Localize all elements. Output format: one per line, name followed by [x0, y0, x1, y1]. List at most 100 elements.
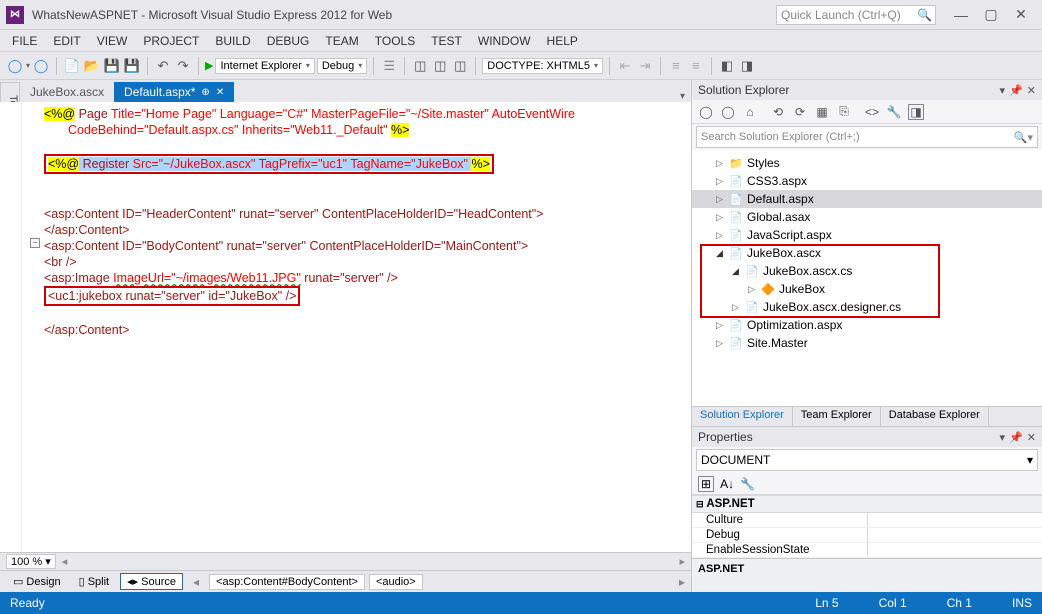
zoom-combo[interactable]: 100 % ▾ — [6, 554, 56, 569]
open-icon[interactable]: 📂 — [83, 57, 101, 75]
close-button[interactable]: ✕ — [1006, 6, 1036, 23]
tree-item[interactable]: ◢📄JukeBox.ascx.cs — [692, 262, 1042, 280]
se-fwd-icon[interactable]: ◯ — [720, 104, 736, 120]
ext2-icon[interactable]: ◫ — [411, 57, 429, 75]
solution-explorer-search[interactable]: Search Solution Explorer (Ctrl+;) 🔍▾ — [696, 126, 1038, 148]
toolbar: ◯ ▾ ◯ 📄 📂 💾 💾 ↶ ↷ ▶ Internet Explorer De… — [0, 52, 1042, 80]
menu-help[interactable]: HELP — [539, 32, 586, 50]
close-tab-icon[interactable]: ✕ — [216, 87, 224, 98]
css-style-icon[interactable]: ◨ — [738, 57, 756, 75]
se-refresh-icon[interactable]: ⟲ — [770, 104, 786, 120]
restore-button[interactable]: ▢ — [976, 6, 1006, 23]
se-showall-icon[interactable]: ▦ — [814, 104, 830, 120]
browser-combo[interactable]: Internet Explorer — [215, 58, 314, 74]
view-source-button[interactable]: ◂▸ Source — [120, 573, 183, 590]
menu-debug[interactable]: DEBUG — [259, 32, 318, 50]
se-sync-icon[interactable]: ⟳ — [792, 104, 808, 120]
save-icon[interactable]: 💾 — [103, 57, 121, 75]
tree-item[interactable]: ▷📄JukeBox.ascx.designer.cs — [692, 298, 1042, 316]
tree-item[interactable]: ▷📄CSS3.aspx — [692, 172, 1042, 190]
properties-grid[interactable]: ⊟ ASP.NET Culture Debug EnableSessionSta… — [692, 495, 1042, 558]
indent-right-icon[interactable]: ⇥ — [636, 57, 654, 75]
redo-icon[interactable]: ↷ — [174, 57, 192, 75]
breadcrumb-content[interactable]: <asp:Content#BodyContent> — [209, 574, 365, 590]
menu-window[interactable]: WINDOW — [470, 32, 539, 50]
se-copy-icon[interactable]: ⎘ — [836, 104, 852, 120]
minimize-button[interactable]: — — [946, 7, 976, 23]
tab-solution-explorer[interactable]: Solution Explorer — [692, 407, 793, 426]
menu-tools[interactable]: TOOLS — [367, 32, 423, 50]
uncomment-icon[interactable]: ≡ — [687, 57, 705, 75]
dropdown-icon[interactable]: ▾ — [1000, 431, 1006, 444]
close-panel-icon[interactable]: ✕ — [1027, 84, 1036, 97]
tree-item[interactable]: ▷🔶JukeBox — [692, 280, 1042, 298]
properties-header: Properties ▾ 📌 ✕ — [692, 427, 1042, 447]
quick-launch-placeholder: Quick Launch (Ctrl+Q) — [781, 8, 901, 22]
menu-view[interactable]: VIEW — [89, 32, 136, 50]
se-home-icon[interactable]: ⌂ — [742, 104, 758, 120]
tree-item[interactable]: ▷📄Optimization.aspx — [692, 316, 1042, 334]
prop-page-icon[interactable]: 🔧 — [740, 477, 755, 491]
undo-icon[interactable]: ↶ — [154, 57, 172, 75]
pin-icon[interactable]: ⊕ — [201, 87, 209, 98]
save-all-icon[interactable]: 💾 — [123, 57, 141, 75]
window-title: WhatsNewASPNET - Microsoft Visual Studio… — [32, 8, 776, 22]
categorized-icon[interactable]: ⊞ — [698, 476, 714, 492]
quick-launch-input[interactable]: Quick Launch (Ctrl+Q) 🔍 — [776, 5, 936, 25]
search-icon: 🔍▾ — [1014, 131, 1033, 144]
status-line: Ln 5 — [815, 596, 838, 610]
ext1-icon[interactable]: ☰ — [380, 57, 398, 75]
titlebar: ⋈ WhatsNewASPNET - Microsoft Visual Stud… — [0, 0, 1042, 30]
se-prop-icon[interactable]: 🔧 — [886, 104, 902, 120]
menu-test[interactable]: TEST — [423, 32, 470, 50]
tab-overflow-icon[interactable]: ▾ — [680, 91, 691, 102]
zoom-bar: 100 % ▾ ◂ ▸ — [0, 552, 691, 570]
solution-tree[interactable]: ▷📁Styles▷📄CSS3.aspx▷📄Default.aspx▷📄Globa… — [692, 150, 1042, 406]
tree-item[interactable]: ▷📄Global.asax — [692, 208, 1042, 226]
tree-item[interactable]: ▷📄Site.Master — [692, 334, 1042, 352]
prop-enablesession[interactable]: EnableSessionState — [692, 543, 867, 557]
nav-fwd-icon[interactable]: ◯ — [32, 57, 50, 75]
pin-icon[interactable]: 📌 — [1009, 431, 1023, 444]
view-design-button[interactable]: ▭ Design — [6, 573, 68, 590]
menu-project[interactable]: PROJECT — [135, 32, 207, 50]
code-editor[interactable]: <%@ Page Title="Home Page" Language="C#"… — [0, 102, 691, 552]
close-panel-icon[interactable]: ✕ — [1027, 431, 1036, 444]
prop-culture[interactable]: Culture — [692, 513, 867, 527]
tab-team-explorer[interactable]: Team Explorer — [793, 407, 881, 426]
se-back-icon[interactable]: ◯ — [698, 104, 714, 120]
status-ch: Ch 1 — [947, 596, 972, 610]
menu-build[interactable]: BUILD — [207, 32, 258, 50]
prop-debug[interactable]: Debug — [692, 528, 867, 542]
tree-item[interactable]: ▷📄JavaScript.aspx — [692, 226, 1042, 244]
tree-item[interactable]: ▷📁Styles — [692, 154, 1042, 172]
nav-back-icon[interactable]: ◯ — [6, 57, 24, 75]
doctype-combo[interactable]: DOCTYPE: XHTML5 — [482, 58, 603, 74]
tree-item[interactable]: ◢📄JukeBox.ascx — [692, 244, 1042, 262]
css-skin-icon[interactable]: ◧ — [718, 57, 736, 75]
collapse-icon[interactable]: − — [30, 238, 40, 248]
tab-default-aspx[interactable]: Default.aspx* ⊕ ✕ — [114, 82, 234, 102]
config-combo[interactable]: Debug — [317, 58, 367, 74]
comment-icon[interactable]: ≡ — [667, 57, 685, 75]
tree-item[interactable]: ▷📄Default.aspx — [692, 190, 1042, 208]
run-icon[interactable]: ▶ — [205, 59, 213, 72]
ext3-icon[interactable]: ◫ — [431, 57, 449, 75]
pin-icon[interactable]: 📌 — [1009, 84, 1023, 97]
properties-object-combo[interactable]: DOCUMENT▾ — [696, 449, 1038, 471]
new-project-icon[interactable]: 📄 — [63, 57, 81, 75]
indent-left-icon[interactable]: ⇤ — [616, 57, 634, 75]
menu-file[interactable]: FILE — [4, 32, 45, 50]
tab-database-explorer[interactable]: Database Explorer — [881, 407, 989, 426]
se-code-icon[interactable]: <> — [864, 104, 880, 120]
ext4-icon[interactable]: ◫ — [451, 57, 469, 75]
breadcrumb-audio[interactable]: <audio> — [369, 574, 423, 590]
tab-jukebox[interactable]: JukeBox.ascx — [20, 82, 114, 102]
menu-team[interactable]: TEAM — [317, 32, 366, 50]
alpha-icon[interactable]: A↓ — [720, 477, 734, 491]
menu-edit[interactable]: EDIT — [45, 32, 88, 50]
se-prop2-icon[interactable]: ◨ — [908, 104, 924, 120]
highlight-uc1-jukebox: <uc1:jukebox runat="server" id="JukeBox"… — [44, 286, 300, 306]
view-split-button[interactable]: ▯ Split — [72, 573, 116, 590]
dropdown-icon[interactable]: ▾ — [1000, 84, 1006, 97]
